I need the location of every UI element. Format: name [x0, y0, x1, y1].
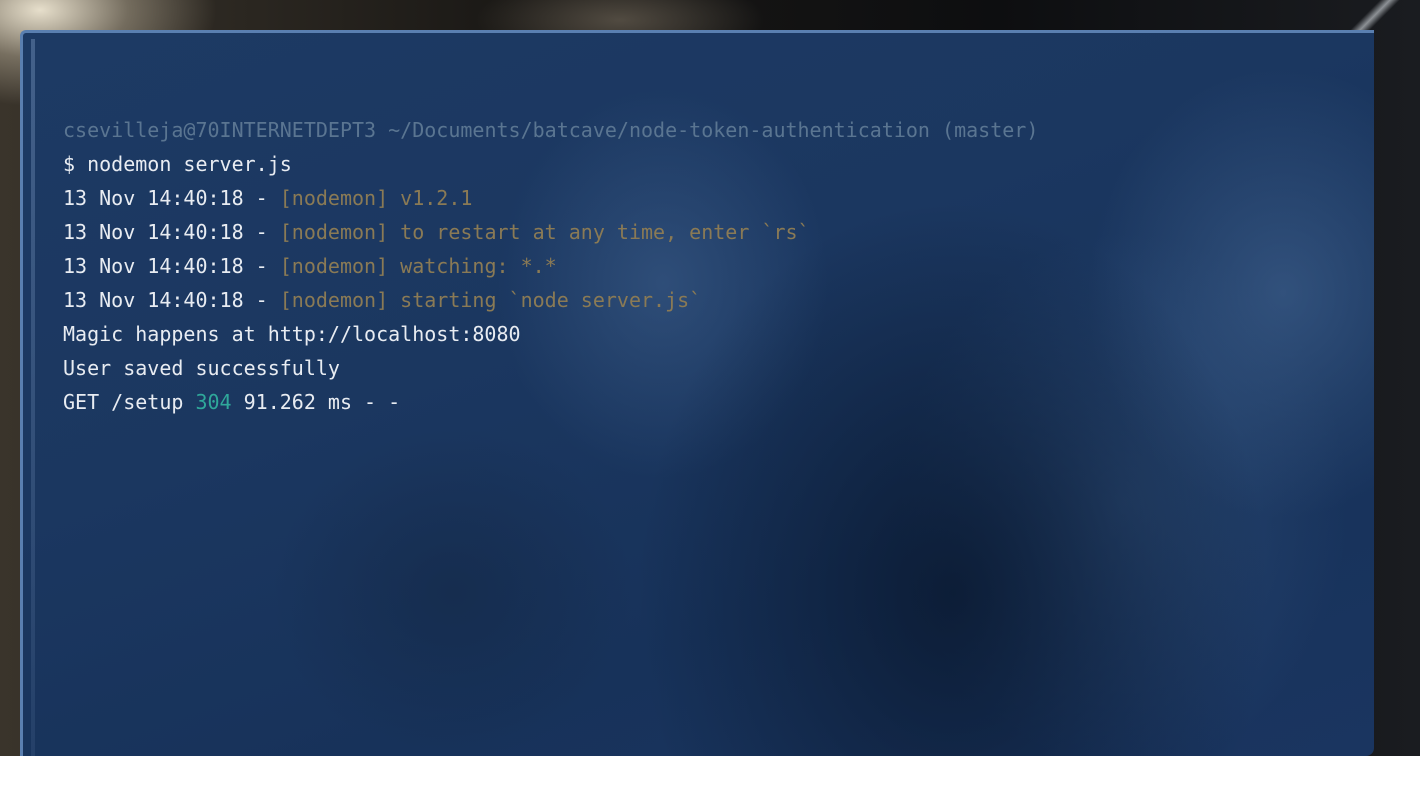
log-message: to restart at any time, enter `rs`	[388, 220, 810, 244]
log-line: 13 Nov 14:40:18 - [nodemon] v1.2.1	[63, 181, 1038, 215]
log-line: 13 Nov 14:40:18 - [nodemon] watching: *.…	[63, 249, 1038, 283]
prompt-branch: (master)	[942, 118, 1039, 142]
log-line: 13 Nov 14:40:18 - [nodemon] to restart a…	[63, 215, 1038, 249]
request-log-line: GET /setup 304 91.262 ms - -	[63, 385, 1038, 419]
request-method-path: GET /setup	[63, 390, 196, 414]
server-output-line: User saved successfully	[63, 356, 340, 380]
nodemon-tag: [nodemon]	[279, 254, 389, 278]
status-code: 304	[195, 390, 232, 414]
log-line: 13 Nov 14:40:18 - [nodemon] starting `no…	[63, 283, 1038, 317]
command-line: $ nodemon server.js	[63, 152, 292, 176]
log-message: watching: *.*	[388, 254, 557, 278]
log-timestamp: 13 Nov 14:40:18 -	[63, 186, 280, 210]
prompt-line: csevilleja@70INTERNETDEPT3 ~/Documents/b…	[63, 113, 1038, 147]
terminal-window[interactable]: csevilleja@70INTERNETDEPT3 ~/Documents/b…	[20, 30, 1374, 756]
prompt-path: ~/Documents/batcave/node-token-authentic…	[388, 118, 930, 142]
screen: csevilleja@70INTERNETDEPT3 ~/Documents/b…	[0, 0, 1420, 794]
nodemon-tag: [nodemon]	[279, 288, 389, 312]
log-message: v1.2.1	[388, 186, 473, 210]
log-message: starting `node server.js`	[388, 288, 702, 312]
log-timestamp: 13 Nov 14:40:18 -	[63, 254, 280, 278]
page-margin	[0, 756, 1420, 794]
log-timestamp: 13 Nov 14:40:18 -	[63, 220, 280, 244]
terminal-output[interactable]: csevilleja@70INTERNETDEPT3 ~/Documents/b…	[63, 113, 1038, 419]
window-frame-edge	[31, 39, 35, 756]
server-output-line: Magic happens at http://localhost:8080	[63, 322, 521, 346]
prompt-user-host: csevilleja@70INTERNETDEPT3	[63, 118, 377, 142]
log-timestamp: 13 Nov 14:40:18 -	[63, 288, 280, 312]
request-timing: 91.262 ms - -	[231, 390, 401, 414]
nodemon-tag: [nodemon]	[279, 220, 389, 244]
nodemon-tag: [nodemon]	[279, 186, 389, 210]
